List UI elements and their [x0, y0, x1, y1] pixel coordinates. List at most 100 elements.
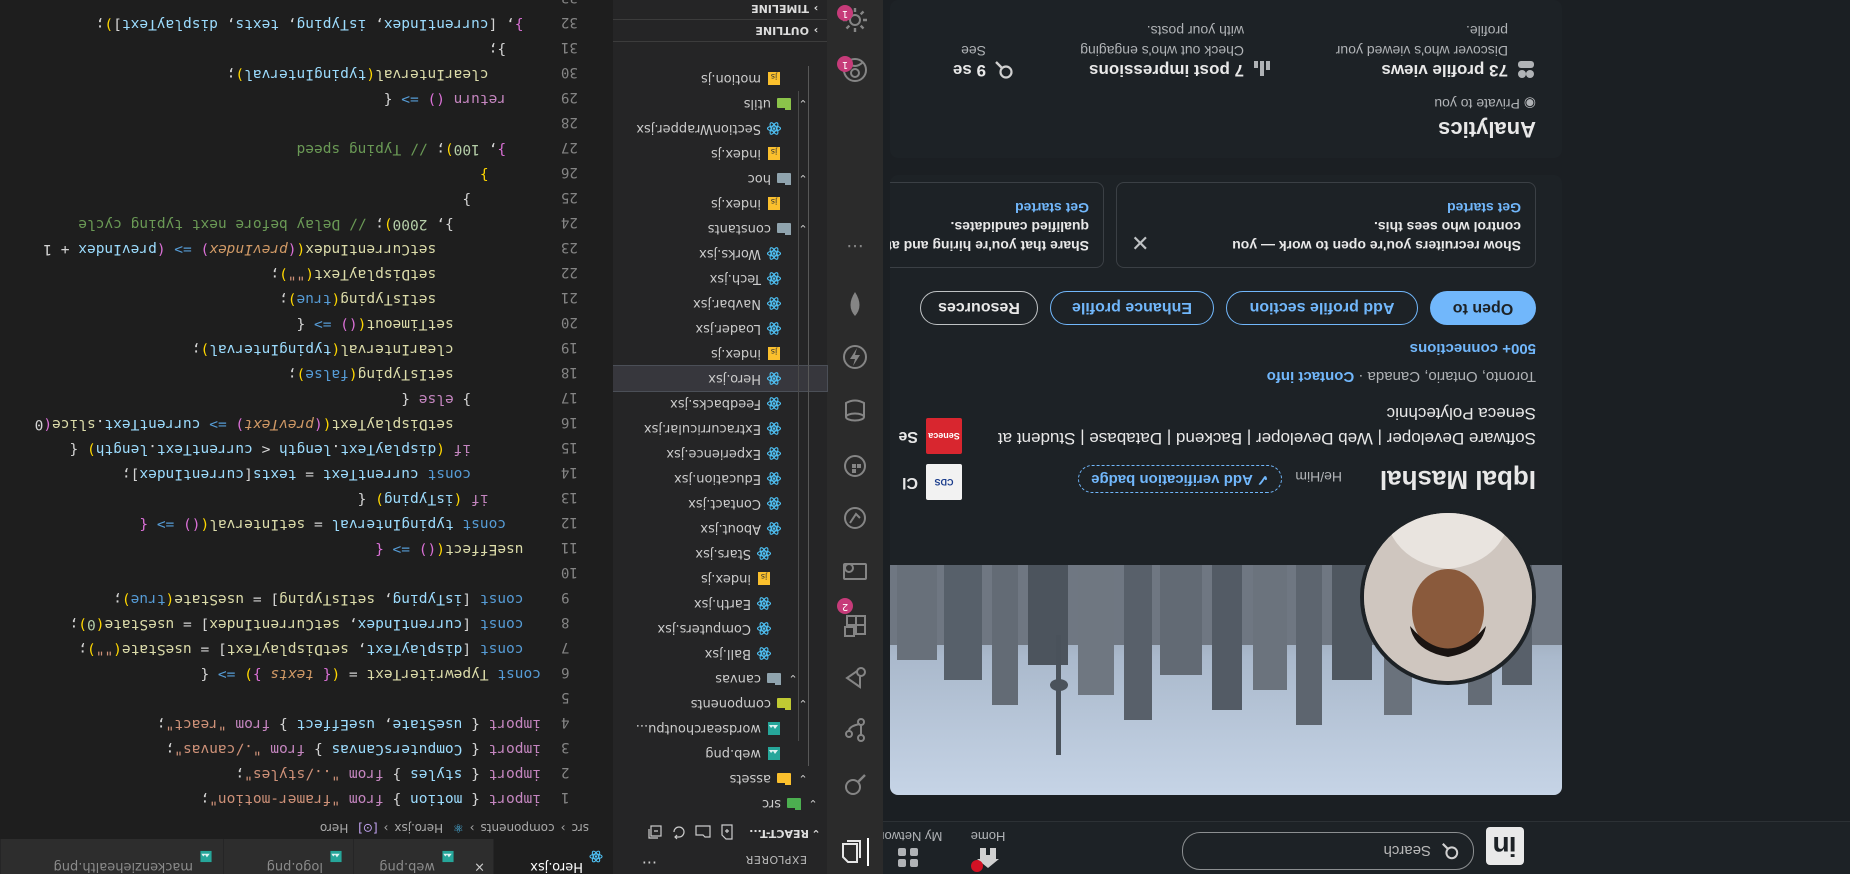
org-label-cds[interactable]: Cl: [902, 473, 918, 491]
remote-explorer-icon[interactable]: [841, 557, 869, 585]
close-icon[interactable]: ✕: [1131, 227, 1149, 257]
breadcrumb-components[interactable]: components: [481, 821, 555, 835]
database-icon[interactable]: [841, 396, 869, 424]
tree-file[interactable]: wordsearchoutpu...: [613, 716, 827, 741]
connections-link[interactable]: 500+ connections: [1410, 340, 1536, 357]
refresh-icon[interactable]: [671, 816, 687, 843]
tree-file[interactable]: Loader.jsx: [613, 316, 827, 341]
tree-file[interactable]: Feedbacks.jsx: [613, 391, 827, 416]
tree-file[interactable]: js motion.js: [613, 66, 827, 91]
tree-file[interactable]: Ball.jsx: [613, 641, 827, 666]
avatar[interactable]: [1360, 509, 1536, 685]
react-file-icon: [767, 422, 781, 435]
react-file-icon: [757, 597, 771, 610]
breadcrumb-symbol[interactable]: Hero: [320, 821, 348, 835]
tab-logo-png[interactable]: logo.png: [223, 839, 353, 874]
tree-folder[interactable]: ⌄ canvas: [613, 666, 827, 691]
tab-web-png[interactable]: × web.png: [353, 839, 493, 874]
tree-file[interactable]: Contact.jsx: [613, 491, 827, 516]
more-icon[interactable]: ···: [841, 228, 869, 256]
bar-chart-icon: [1254, 61, 1270, 76]
new-file-icon[interactable]: [719, 816, 735, 843]
tree-item-label: canvas: [715, 671, 761, 686]
tree-file[interactable]: Experience.jsx: [613, 441, 827, 466]
tree-file[interactable]: SectionWrapper.jsx: [613, 116, 827, 141]
source-control-icon[interactable]: [841, 716, 869, 744]
enhance-profile-button[interactable]: Enhance profile: [1050, 291, 1214, 325]
settings-badge: 1: [837, 5, 853, 21]
add-profile-section-button[interactable]: Add profile section: [1226, 291, 1418, 325]
close-icon[interactable]: ×: [474, 859, 485, 874]
explorer-more-icon[interactable]: ···: [642, 853, 657, 872]
tree-folder[interactable]: ⌄ src: [613, 791, 827, 816]
contact-info-link[interactable]: Contact info: [1267, 368, 1355, 385]
org-logo-cds[interactable]: CDS: [926, 464, 962, 500]
hiring-get-started[interactable]: Get started: [890, 198, 1089, 217]
tree-file[interactable]: Works.jsx: [613, 241, 827, 266]
open-to-button[interactable]: Open to: [1430, 291, 1536, 325]
tree-folder[interactable]: ⌄ utils: [613, 91, 827, 116]
breadcrumb-src[interactable]: src: [571, 821, 589, 835]
org-label-seneca[interactable]: Se: [898, 427, 918, 445]
tree-file[interactable]: Education.jsx: [613, 466, 827, 491]
tree-item-label: Stars.jsx: [695, 546, 751, 561]
metric-post-impressions[interactable]: 7 post impressions Check out who's engag…: [1062, 21, 1272, 80]
line-number: 27: [561, 139, 578, 155]
breadcrumb-file[interactable]: Hero.jsx: [394, 821, 443, 835]
tree-file[interactable]: web.png: [613, 741, 827, 766]
tree-folder[interactable]: ⌄ constants: [613, 216, 827, 241]
tree-folder[interactable]: ⌄ assets: [613, 766, 827, 791]
tree-file[interactable]: js index.js: [613, 141, 827, 166]
workspace-section-header[interactable]: ⌄REACT-T...: [613, 822, 827, 844]
tree-file[interactable]: js index.js: [613, 191, 827, 216]
add-verification-badge-button[interactable]: ✓ Add verification badge: [1078, 465, 1282, 493]
search-box[interactable]: [1182, 832, 1474, 870]
tree-file[interactable]: Extracurricular.jsx: [613, 416, 827, 441]
tree-file[interactable]: Stars.jsx: [613, 541, 827, 566]
tree-file[interactable]: js index.js: [613, 566, 827, 591]
timeline-section-header[interactable]: › TIMELINE: [613, 0, 827, 20]
tree-file[interactable]: Earth.jsx: [613, 591, 827, 616]
tree-folder[interactable]: ⌄ components: [613, 691, 827, 716]
run-debug-icon[interactable]: [841, 664, 869, 692]
open-to-work-get-started[interactable]: Get started: [1131, 198, 1521, 217]
metric-title: 73 profile views: [1381, 61, 1508, 80]
tab-mackenziehealth-png[interactable]: mackenziehealth.png: [0, 839, 223, 874]
react-file-icon: [757, 647, 771, 660]
tree-item-label: Tech.jsx: [709, 271, 761, 286]
files-icon[interactable]: [837, 838, 869, 866]
tree-file[interactable]: Navbar.jsx: [613, 291, 827, 316]
hiring-card[interactable]: Share that you're hiring and attract qua…: [890, 182, 1104, 268]
metric-profile-views[interactable]: 73 profile views Discover who's viewed y…: [1326, 21, 1536, 80]
org-logo-seneca[interactable]: Seneca: [926, 418, 962, 454]
docker-icon[interactable]: [841, 452, 869, 480]
outline-label: OUTLINE: [755, 24, 809, 37]
search-input[interactable]: [1199, 839, 1433, 863]
tree-file[interactable]: js index.js: [613, 341, 827, 366]
tab-label: Hero.jsx: [530, 859, 583, 874]
metric-search-appearances[interactable]: 9 se See: [890, 40, 1014, 80]
testing-icon[interactable]: [841, 504, 869, 532]
collapse-all-icon[interactable]: [647, 816, 663, 843]
search-icon[interactable]: [841, 770, 869, 798]
tree-folder[interactable]: ⌄ hoc: [613, 166, 827, 191]
nav-home[interactable]: Home: [948, 829, 1028, 872]
tree-file[interactable]: About.jsx: [613, 516, 827, 541]
tree-file[interactable]: Hero.jsx: [612, 365, 828, 392]
outline-section-header[interactable]: › OUTLINE: [613, 19, 827, 42]
js-file-icon: js: [768, 347, 780, 360]
nav-my-network[interactable]: My Network: [883, 829, 948, 870]
code-line: useEffect(() => {: [375, 541, 524, 557]
thunder-client-icon[interactable]: [841, 343, 869, 371]
code-editor[interactable]: 1 2 3 4 5 6 7 8 9 10 11 12 13 14 15 16 17 18 19 20 21 22 23 24 2…: [0, 0, 613, 817]
tab-hero-jsx[interactable]: Hero.jsx: [493, 839, 613, 874]
code-line: if (displayText.length < currentText.len…: [69, 441, 472, 457]
tree-file[interactable]: Tech.jsx: [613, 266, 827, 291]
indent-guide: [808, 66, 809, 766]
mongodb-icon[interactable]: [841, 290, 869, 318]
open-to-work-card[interactable]: Show recruiters you're open to work — yo…: [1116, 182, 1536, 268]
resources-button[interactable]: Resources: [920, 291, 1038, 325]
tree-file[interactable]: Computers.jsx: [613, 616, 827, 641]
new-folder-icon[interactable]: [695, 816, 711, 843]
linkedin-logo[interactable]: in: [1486, 827, 1524, 865]
